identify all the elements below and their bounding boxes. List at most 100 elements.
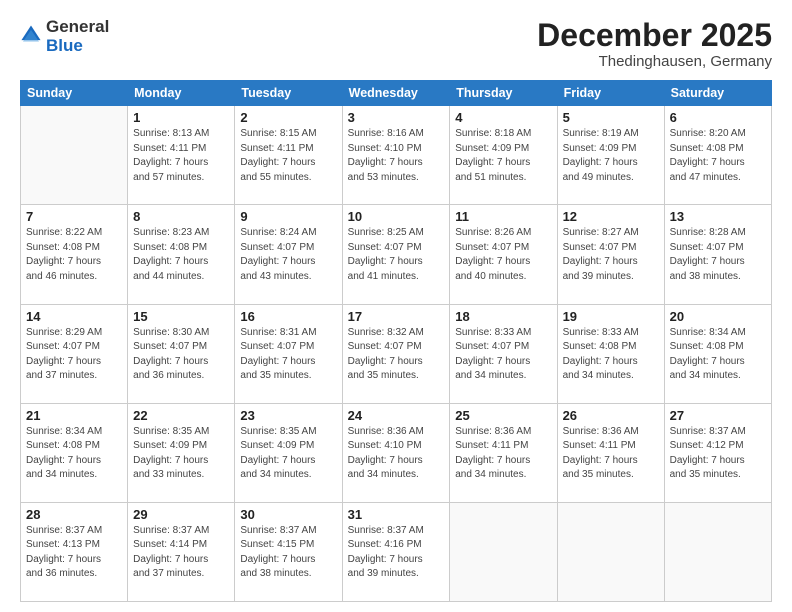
header: General Blue December 2025 Thedinghausen… <box>20 18 772 70</box>
calendar-cell: 5 Sunrise: 8:19 AM Sunset: 4:09 PM Daylig… <box>557 106 664 205</box>
day-number: 8 <box>133 209 229 224</box>
calendar-cell: 29 Sunrise: 8:37 AM Sunset: 4:14 PM Dayli… <box>128 502 235 601</box>
logo-text: General Blue <box>46 18 109 55</box>
logo-icon <box>20 24 42 46</box>
day-info: Sunrise: 8:37 AM Sunset: 4:13 PM Dayligh… <box>26 524 122 582</box>
day-number: 9 <box>240 209 336 224</box>
calendar-cell: 10 Sunrise: 8:25 AM Sunset: 4:07 PM Dayli… <box>342 205 450 304</box>
header-saturday: Saturday <box>664 81 771 106</box>
day-info: Sunrise: 8:37 AM Sunset: 4:12 PM Dayligh… <box>670 425 766 483</box>
header-wednesday: Wednesday <box>342 81 450 106</box>
day-number: 29 <box>133 507 229 522</box>
day-info: Sunrise: 8:35 AM Sunset: 4:09 PM Dayligh… <box>133 425 229 483</box>
day-info: Sunrise: 8:32 AM Sunset: 4:07 PM Dayligh… <box>348 326 445 384</box>
day-number: 5 <box>563 110 659 125</box>
calendar-cell: 19Sunrise: 8:33 AM Sunset: 4:08 PM Dayli… <box>557 304 664 403</box>
day-number: 28 <box>26 507 122 522</box>
calendar-cell: 3 Sunrise: 8:16 AM Sunset: 4:10 PM Daylig… <box>342 106 450 205</box>
day-number: 22 <box>133 408 229 423</box>
logo-general: General <box>46 18 109 37</box>
calendar-week-1: 7 Sunrise: 8:22 AM Sunset: 4:08 PM Daylig… <box>21 205 772 304</box>
day-info: Sunrise: 8:36 AM Sunset: 4:11 PM Dayligh… <box>563 425 659 483</box>
day-number: 26 <box>563 408 659 423</box>
header-sunday: Sunday <box>21 81 128 106</box>
day-info: Sunrise: 8:15 AM Sunset: 4:11 PM Dayligh… <box>240 127 336 185</box>
calendar-cell: 28 Sunrise: 8:37 AM Sunset: 4:13 PM Dayli… <box>21 502 128 601</box>
day-info: Sunrise: 8:25 AM Sunset: 4:07 PM Dayligh… <box>348 226 445 284</box>
day-number: 21 <box>26 408 122 423</box>
header-monday: Monday <box>128 81 235 106</box>
logo: General Blue <box>20 18 109 55</box>
day-info: Sunrise: 8:20 AM Sunset: 4:08 PM Dayligh… <box>670 127 766 185</box>
day-info: Sunrise: 8:30 AM Sunset: 4:07 PM Dayligh… <box>133 326 229 384</box>
day-info: Sunrise: 8:33 AM Sunset: 4:07 PM Dayligh… <box>455 326 551 384</box>
day-number: 11 <box>455 209 551 224</box>
calendar-cell: 21 Sunrise: 8:34 AM Sunset: 4:08 PM Dayli… <box>21 403 128 502</box>
calendar-cell: 17 Sunrise: 8:32 AM Sunset: 4:07 PM Dayli… <box>342 304 450 403</box>
day-number: 13 <box>670 209 766 224</box>
calendar-header-row: Sunday Monday Tuesday Wednesday Thursday… <box>21 81 772 106</box>
day-number: 1 <box>133 110 229 125</box>
calendar-cell <box>557 502 664 601</box>
day-number: 7 <box>26 209 122 224</box>
day-info: Sunrise: 8:29 AM Sunset: 4:07 PM Dayligh… <box>26 326 122 384</box>
day-number: 10 <box>348 209 445 224</box>
calendar-cell: 30 Sunrise: 8:37 AM Sunset: 4:15 PM Dayli… <box>235 502 342 601</box>
day-number: 24 <box>348 408 445 423</box>
calendar-cell: 18 Sunrise: 8:33 AM Sunset: 4:07 PM Dayli… <box>450 304 557 403</box>
calendar-cell <box>450 502 557 601</box>
calendar-cell: 20 Sunrise: 8:34 AM Sunset: 4:08 PM Dayli… <box>664 304 771 403</box>
calendar: Sunday Monday Tuesday Wednesday Thursday… <box>20 80 772 602</box>
calendar-cell: 23 Sunrise: 8:35 AM Sunset: 4:09 PM Dayli… <box>235 403 342 502</box>
day-info: Sunrise: 8:37 AM Sunset: 4:15 PM Dayligh… <box>240 524 336 582</box>
calendar-week-0: 1Sunrise: 8:13 AM Sunset: 4:11 PM Daylig… <box>21 106 772 205</box>
calendar-cell: 11 Sunrise: 8:26 AM Sunset: 4:07 PM Dayli… <box>450 205 557 304</box>
day-info: Sunrise: 8:35 AM Sunset: 4:09 PM Dayligh… <box>240 425 336 483</box>
header-friday: Friday <box>557 81 664 106</box>
day-info: Sunrise: 8:19 AM Sunset: 4:09 PM Dayligh… <box>563 127 659 185</box>
day-number: 20 <box>670 309 766 324</box>
day-info: Sunrise: 8:22 AM Sunset: 4:08 PM Dayligh… <box>26 226 122 284</box>
header-thursday: Thursday <box>450 81 557 106</box>
day-number: 30 <box>240 507 336 522</box>
day-info: Sunrise: 8:26 AM Sunset: 4:07 PM Dayligh… <box>455 226 551 284</box>
calendar-cell: 26 Sunrise: 8:36 AM Sunset: 4:11 PM Dayli… <box>557 403 664 502</box>
calendar-cell: 7 Sunrise: 8:22 AM Sunset: 4:08 PM Daylig… <box>21 205 128 304</box>
calendar-cell: 15 Sunrise: 8:30 AM Sunset: 4:07 PM Dayli… <box>128 304 235 403</box>
page: General Blue December 2025 Thedinghausen… <box>0 0 792 612</box>
day-number: 3 <box>348 110 445 125</box>
day-info: Sunrise: 8:23 AM Sunset: 4:08 PM Dayligh… <box>133 226 229 284</box>
calendar-week-2: 14Sunrise: 8:29 AM Sunset: 4:07 PM Dayli… <box>21 304 772 403</box>
day-number: 23 <box>240 408 336 423</box>
calendar-cell: 31Sunrise: 8:37 AM Sunset: 4:16 PM Dayli… <box>342 502 450 601</box>
month-title: December 2025 <box>537 18 772 53</box>
day-info: Sunrise: 8:24 AM Sunset: 4:07 PM Dayligh… <box>240 226 336 284</box>
day-info: Sunrise: 8:34 AM Sunset: 4:08 PM Dayligh… <box>670 326 766 384</box>
logo-blue: Blue <box>46 37 109 56</box>
day-info: Sunrise: 8:28 AM Sunset: 4:07 PM Dayligh… <box>670 226 766 284</box>
calendar-cell: 16 Sunrise: 8:31 AM Sunset: 4:07 PM Dayli… <box>235 304 342 403</box>
day-info: Sunrise: 8:37 AM Sunset: 4:14 PM Dayligh… <box>133 524 229 582</box>
calendar-week-3: 21 Sunrise: 8:34 AM Sunset: 4:08 PM Dayli… <box>21 403 772 502</box>
day-number: 2 <box>240 110 336 125</box>
day-info: Sunrise: 8:31 AM Sunset: 4:07 PM Dayligh… <box>240 326 336 384</box>
calendar-cell: 14Sunrise: 8:29 AM Sunset: 4:07 PM Dayli… <box>21 304 128 403</box>
day-number: 18 <box>455 309 551 324</box>
calendar-cell: 22 Sunrise: 8:35 AM Sunset: 4:09 PM Dayli… <box>128 403 235 502</box>
calendar-cell <box>21 106 128 205</box>
day-number: 12 <box>563 209 659 224</box>
day-info: Sunrise: 8:37 AM Sunset: 4:16 PM Dayligh… <box>348 524 445 582</box>
day-info: Sunrise: 8:27 AM Sunset: 4:07 PM Dayligh… <box>563 226 659 284</box>
day-number: 4 <box>455 110 551 125</box>
day-info: Sunrise: 8:34 AM Sunset: 4:08 PM Dayligh… <box>26 425 122 483</box>
header-tuesday: Tuesday <box>235 81 342 106</box>
title-block: December 2025 Thedinghausen, Germany <box>537 18 772 70</box>
day-info: Sunrise: 8:16 AM Sunset: 4:10 PM Dayligh… <box>348 127 445 185</box>
day-number: 15 <box>133 309 229 324</box>
day-number: 17 <box>348 309 445 324</box>
day-info: Sunrise: 8:36 AM Sunset: 4:10 PM Dayligh… <box>348 425 445 483</box>
calendar-cell: 1Sunrise: 8:13 AM Sunset: 4:11 PM Daylig… <box>128 106 235 205</box>
calendar-cell: 9 Sunrise: 8:24 AM Sunset: 4:07 PM Daylig… <box>235 205 342 304</box>
day-number: 16 <box>240 309 336 324</box>
day-info: Sunrise: 8:36 AM Sunset: 4:11 PM Dayligh… <box>455 425 551 483</box>
